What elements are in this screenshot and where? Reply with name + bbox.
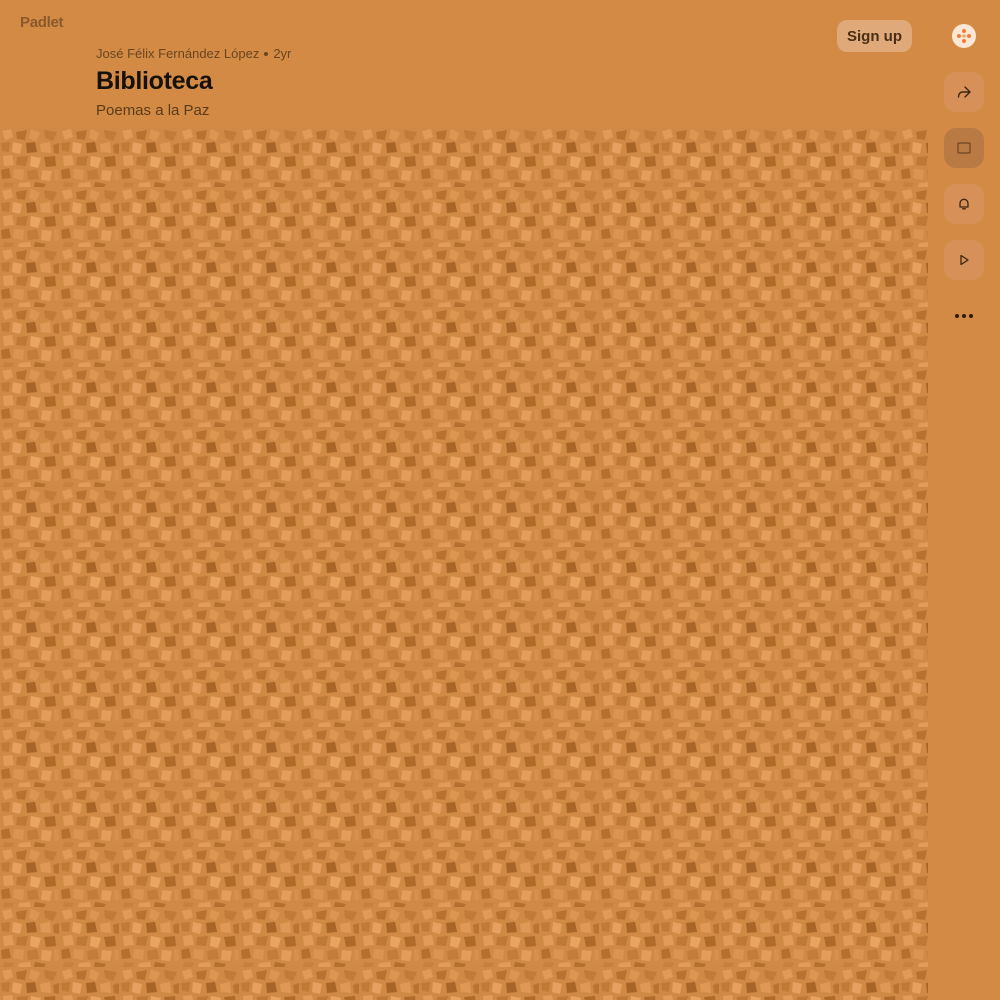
notifications-button[interactable] — [944, 184, 984, 224]
sign-up-button[interactable]: Sign up — [837, 20, 912, 52]
share-icon — [957, 86, 971, 98]
cork-board-canvas[interactable] — [0, 128, 928, 1000]
padlet-logo[interactable]: Padlet — [20, 14, 64, 31]
board-meta: José Félix Fernández López 2yr — [96, 46, 291, 61]
play-icon — [960, 254, 969, 266]
slideshow-button[interactable] — [944, 128, 984, 168]
right-action-rail — [928, 0, 1000, 1000]
cork-texture — [0, 128, 928, 1000]
bell-icon — [959, 198, 969, 210]
board-subtitle: Poemas a la Paz — [96, 102, 210, 119]
separator-dot — [264, 51, 269, 56]
play-button[interactable] — [944, 240, 984, 280]
more-options-button[interactable] — [944, 296, 984, 336]
avatar-button[interactable] — [952, 24, 976, 48]
more-icon — [955, 314, 973, 318]
padlet-flower-icon — [957, 29, 971, 43]
padlet-page: Padlet José Félix Fernández López 2yr Bi… — [0, 0, 1000, 1000]
board-title: Biblioteca — [96, 67, 213, 95]
slideshow-icon — [957, 142, 971, 154]
board-author[interactable]: José Félix Fernández López — [96, 46, 259, 61]
board-header: José Félix Fernández López 2yr Bibliotec… — [96, 46, 291, 119]
board-age: 2yr — [273, 46, 292, 61]
share-button[interactable] — [944, 72, 984, 112]
